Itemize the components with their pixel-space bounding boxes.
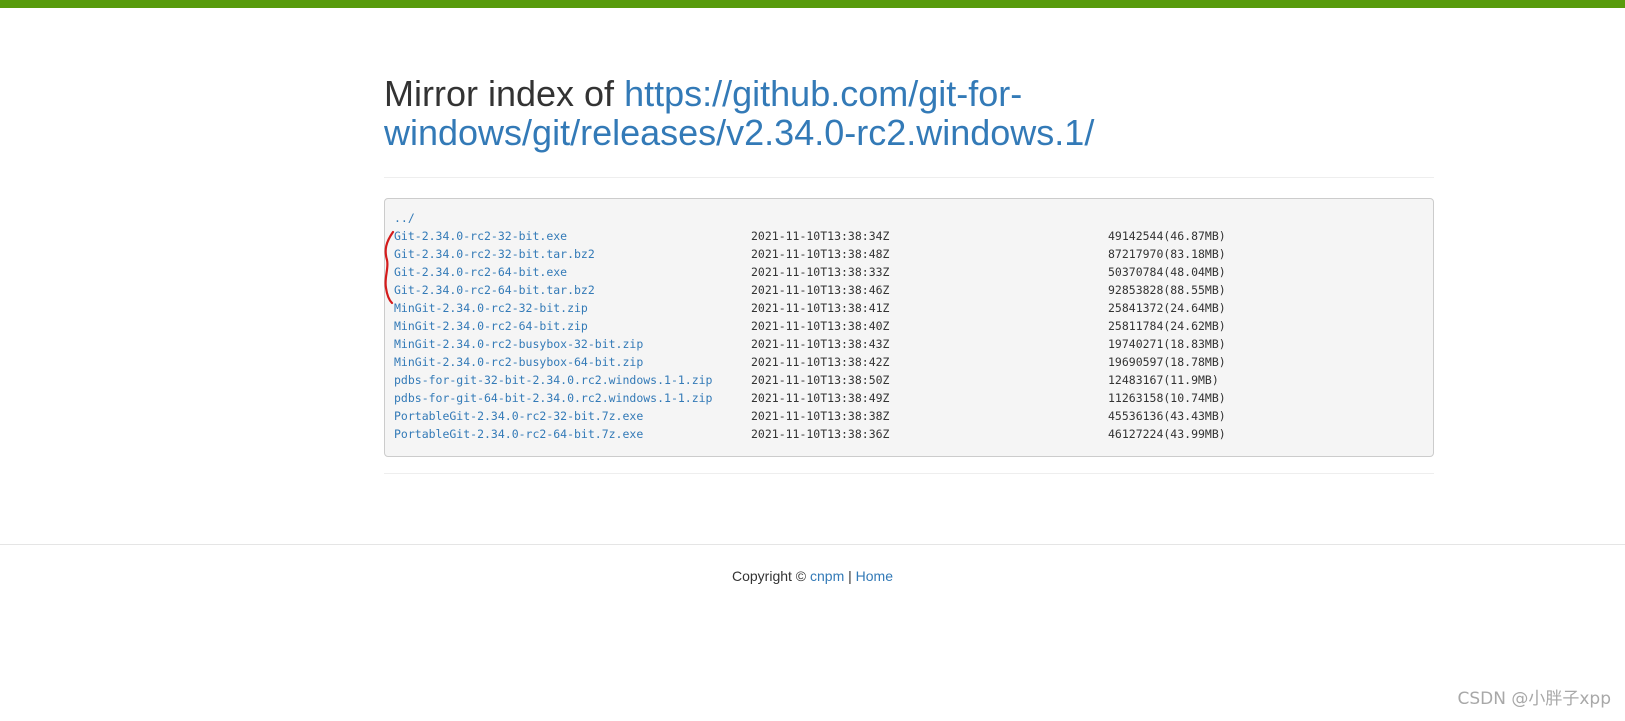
file-link[interactable]: MinGit-2.34.0-rc2-busybox-64-bit.zip [394, 353, 643, 371]
red-bracket-annotation [384, 230, 395, 305]
file-row: MinGit-2.34.0-rc2-64-bit.zip 2021-11-10T1… [394, 317, 1424, 335]
file-size: 92853828(88.55MB) [1108, 283, 1226, 297]
file-size: 25811784(24.62MB) [1108, 319, 1226, 333]
home-link[interactable]: Home [856, 568, 893, 584]
file-date: 2021-11-10T13:38:43Z [751, 337, 890, 351]
file-row: pdbs-for-git-32-bit-2.34.0.rc2.windows.1… [394, 371, 1424, 389]
file-date: 2021-11-10T13:38:42Z [751, 355, 890, 369]
file-size: 19690597(18.78MB) [1108, 355, 1226, 369]
file-date: 2021-11-10T13:38:49Z [751, 391, 890, 405]
title-prefix: Mirror index of [384, 73, 625, 114]
file-row: MinGit-2.34.0-rc2-32-bit.zip 2021-11-10T1… [394, 299, 1424, 317]
file-date: 2021-11-10T13:38:46Z [751, 283, 890, 297]
file-size: 11263158(10.74MB) [1108, 391, 1226, 405]
file-size: 46127224(43.99MB) [1108, 427, 1226, 441]
file-link[interactable]: MinGit-2.34.0-rc2-64-bit.zip [394, 317, 588, 335]
file-date: 2021-11-10T13:38:50Z [751, 373, 890, 387]
file-link[interactable]: Git-2.34.0-rc2-32-bit.tar.bz2 [394, 245, 595, 263]
file-size: 45536136(43.43MB) [1108, 409, 1226, 423]
file-size: 12483167(11.9MB) [1108, 373, 1219, 387]
file-size: 25841372(24.64MB) [1108, 301, 1226, 315]
file-date: 2021-11-10T13:38:40Z [751, 319, 890, 333]
page-title: Mirror index of https://github.com/git-f… [384, 74, 1434, 152]
footer-divider [0, 544, 1625, 545]
file-date: 2021-11-10T13:38:38Z [751, 409, 890, 423]
file-row: MinGit-2.34.0-rc2-busybox-32-bit.zip 2021… [394, 335, 1424, 353]
listing-divider [384, 473, 1434, 474]
file-row: PortableGit-2.34.0-rc2-32-bit.7z.exe 2021… [394, 407, 1424, 425]
file-date: 2021-11-10T13:38:33Z [751, 265, 890, 279]
file-listing: ../Git-2.34.0-rc2-32-bit.exe 2021-11-10T1… [384, 198, 1434, 457]
file-row: Git-2.34.0-rc2-32-bit.exe 2021-11-10T13:3… [394, 227, 1424, 245]
file-link[interactable]: MinGit-2.34.0-rc2-32-bit.zip [394, 299, 588, 317]
file-link[interactable]: Git-2.34.0-rc2-32-bit.exe [394, 227, 567, 245]
file-link[interactable]: MinGit-2.34.0-rc2-busybox-32-bit.zip [394, 335, 643, 353]
file-size: 19740271(18.83MB) [1108, 337, 1226, 351]
file-row: MinGit-2.34.0-rc2-busybox-64-bit.zip 2021… [394, 353, 1424, 371]
file-size: 50370784(48.04MB) [1108, 265, 1226, 279]
file-date: 2021-11-10T13:38:34Z [751, 229, 890, 243]
file-link[interactable]: PortableGit-2.34.0-rc2-64-bit.7z.exe [394, 425, 643, 443]
file-row: Git-2.34.0-rc2-64-bit.tar.bz2 2021-11-10T… [394, 281, 1424, 299]
file-date: 2021-11-10T13:38:36Z [751, 427, 890, 441]
footer-separator: | [844, 568, 856, 584]
file-row: pdbs-for-git-64-bit-2.34.0.rc2.windows.1… [394, 389, 1424, 407]
cnpm-link[interactable]: cnpm [810, 568, 844, 584]
file-link[interactable]: pdbs-for-git-32-bit-2.34.0.rc2.windows.1… [394, 371, 713, 389]
file-row: Git-2.34.0-rc2-64-bit.exe 2021-11-10T13:3… [394, 263, 1424, 281]
top-accent-bar [0, 0, 1625, 8]
file-size: 87217970(83.18MB) [1108, 247, 1226, 261]
csdn-watermark: CSDN @小胖子xpp [1457, 689, 1611, 709]
footer: Copyright © cnpm | Home [0, 566, 1625, 586]
file-link[interactable]: pdbs-for-git-64-bit-2.34.0.rc2.windows.1… [394, 389, 713, 407]
file-link[interactable]: Git-2.34.0-rc2-64-bit.tar.bz2 [394, 281, 595, 299]
file-link[interactable]: Git-2.34.0-rc2-64-bit.exe [394, 263, 567, 281]
header-divider [384, 177, 1434, 178]
file-size: 49142544(46.87MB) [1108, 229, 1226, 243]
file-row: PortableGit-2.34.0-rc2-64-bit.7z.exe 2021… [394, 425, 1424, 443]
parent-directory-row: ../ [394, 209, 1424, 227]
file-row: Git-2.34.0-rc2-32-bit.tar.bz2 2021-11-10T… [394, 245, 1424, 263]
copyright-text: Copyright © [731, 568, 810, 584]
file-date: 2021-11-10T13:38:48Z [751, 247, 890, 261]
parent-directory-link[interactable]: ../ [394, 209, 415, 227]
file-link[interactable]: PortableGit-2.34.0-rc2-32-bit.7z.exe [394, 407, 643, 425]
file-date: 2021-11-10T13:38:41Z [751, 301, 890, 315]
